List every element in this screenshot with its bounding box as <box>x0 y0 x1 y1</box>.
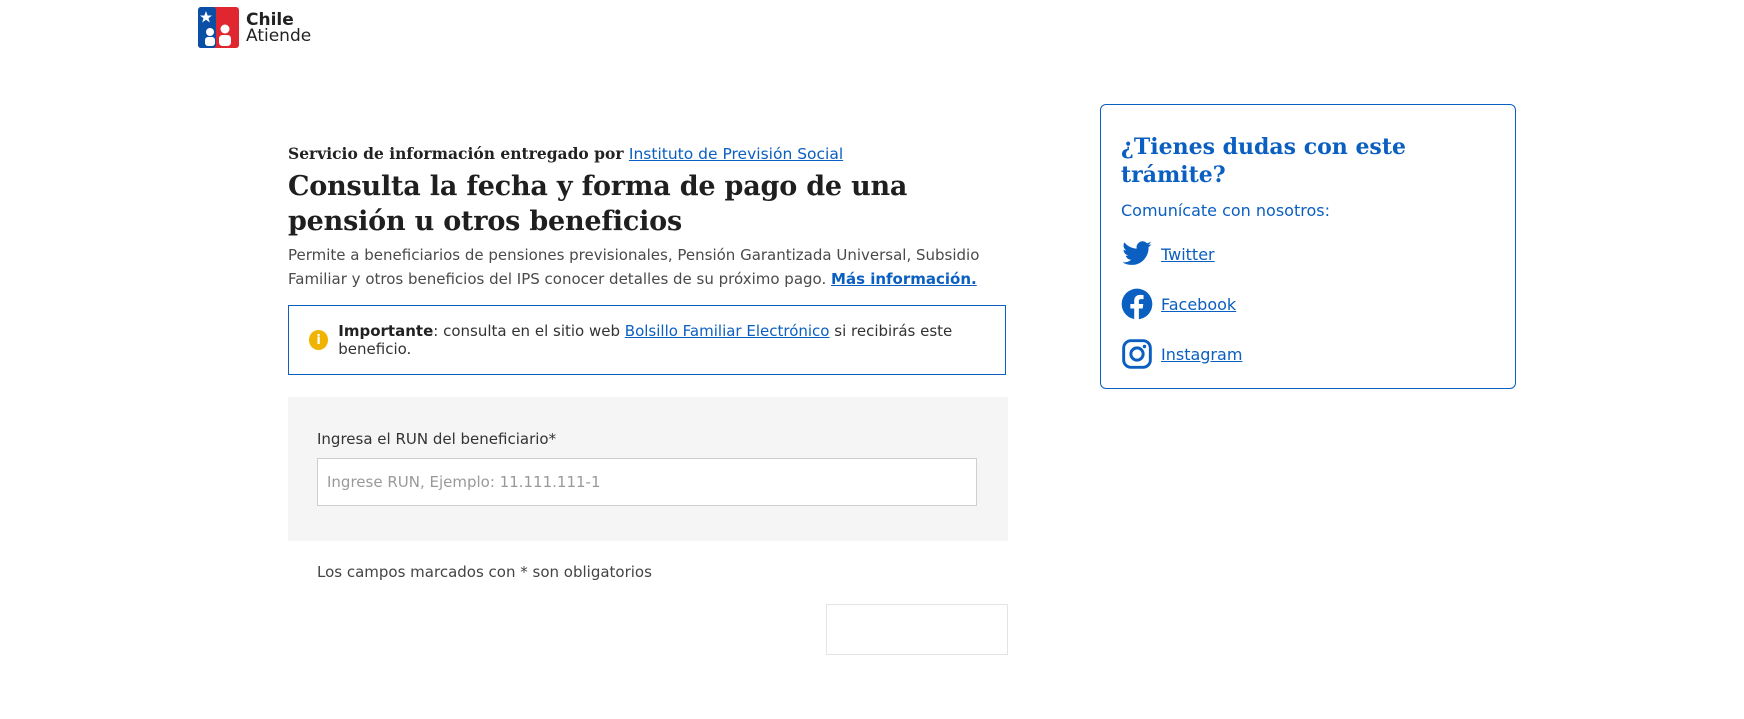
help-title: ¿Tienes dudas con este trámite? <box>1121 134 1406 188</box>
twitter-icon <box>1122 241 1152 265</box>
notice-text: Importante: consulta en el sitio web Bol… <box>338 322 1005 358</box>
logo-text: Chile Atiende <box>246 11 312 46</box>
social-link-instagram[interactable]: Instagram <box>1121 338 1495 370</box>
bolsillo-familiar-link[interactable]: Bolsillo Familiar Electrónico <box>625 322 830 340</box>
instagram-link[interactable]: Instagram <box>1161 345 1242 364</box>
instagram-icon <box>1122 339 1152 369</box>
page-title: Consulta la fecha y forma de pago de una… <box>288 171 908 237</box>
notice-strong: Importante <box>338 322 434 340</box>
chile-atiende-logo-icon <box>198 7 239 48</box>
main-content: Servicio de información entregado por In… <box>288 142 1010 291</box>
help-box: ¿Tienes dudas con este trámite? Comuníca… <box>1100 104 1516 389</box>
notice-text-before: : consulta en el sitio web <box>433 322 620 340</box>
facebook-icon <box>1121 288 1153 320</box>
service-description: Permite a beneficiarios de pensiones pre… <box>288 243 1010 291</box>
required-fields-note: Los campos marcados con * son obligatori… <box>317 563 652 581</box>
service-provider: Servicio de información entregado por In… <box>288 142 1010 166</box>
social-link-facebook[interactable]: Facebook <box>1121 288 1495 320</box>
info-icon: i <box>309 330 329 350</box>
run-label: Ingresa el RUN del beneficiario* <box>317 430 557 448</box>
more-info-link[interactable]: Más información. <box>831 270 977 288</box>
twitter-link[interactable]: Twitter <box>1161 245 1215 264</box>
facebook-link[interactable]: Facebook <box>1161 295 1236 314</box>
submit-button[interactable] <box>826 604 1008 655</box>
help-subtitle: Comunícate con nosotros: <box>1121 201 1330 220</box>
logo-text-line2: Atiende <box>246 25 312 46</box>
chile-atiende-logo[interactable]: Chile Atiende <box>198 7 311 48</box>
social-link-twitter[interactable]: Twitter <box>1121 238 1495 270</box>
important-notice: i Importante: consulta en el sitio web B… <box>288 305 1006 375</box>
provider-prefix: Servicio de información entregado por <box>288 144 624 163</box>
run-input[interactable] <box>317 458 977 506</box>
provider-link[interactable]: Instituto de Previsión Social <box>629 145 843 163</box>
run-form: Ingresa el RUN del beneficiario* <box>288 397 1008 541</box>
